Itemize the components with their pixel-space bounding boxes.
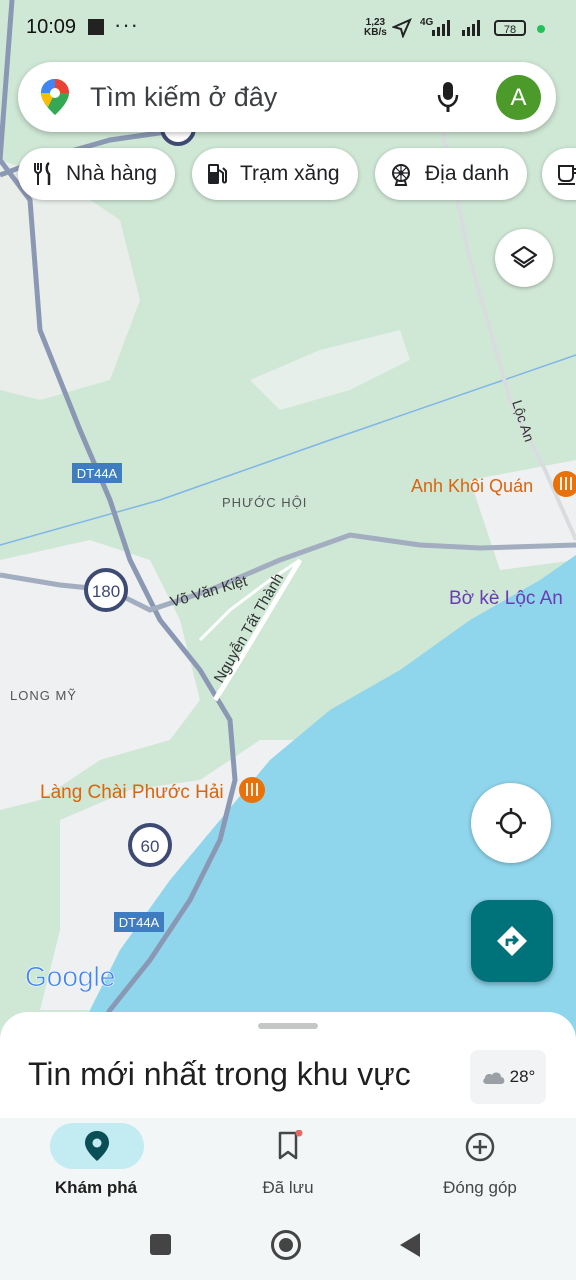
add-circle-icon xyxy=(465,1132,495,1162)
dt44a-badge-top: DT44A xyxy=(72,463,122,483)
poi-label-lang-chai: Làng Chài Phước Hải xyxy=(40,782,224,803)
chip-restaurants[interactable]: Nhà hàng xyxy=(18,148,176,200)
route-180-shield: 180 xyxy=(84,568,128,612)
more-notifications-icon: ··· xyxy=(114,12,139,37)
nav-label: Đóng góp xyxy=(443,1178,517,1197)
chip-label: Nhà hàng xyxy=(66,162,158,185)
bookmark-icon xyxy=(278,1130,303,1160)
back-icon[interactable] xyxy=(398,1232,422,1258)
route-60-shield: 60 xyxy=(128,823,172,867)
battery-icon: 78 xyxy=(494,20,526,36)
layers-button[interactable] xyxy=(495,229,553,287)
nav-saved[interactable]: Đã lưu xyxy=(213,1118,363,1210)
google-logo: Google xyxy=(25,961,115,992)
svg-text:60: 60 xyxy=(141,837,160,856)
poi-label-anh-khoi-quan: Anh Khôi Quán xyxy=(411,476,533,496)
cloud-icon xyxy=(482,1072,505,1084)
network-speed: 1,23 KB/s xyxy=(364,17,387,38)
directions-button[interactable] xyxy=(471,900,553,982)
bottom-navigation: Khám phá Đã lưu Đóng góp xyxy=(0,1118,576,1210)
drag-handle[interactable] xyxy=(258,1023,318,1029)
chip-gas-stations[interactable]: Trạm xăng xyxy=(192,148,358,200)
weather-chip[interactable]: 28° xyxy=(470,1050,546,1104)
chip-attractions[interactable]: Địa danh xyxy=(375,148,528,200)
avatar[interactable]: A xyxy=(496,75,541,120)
directions-icon xyxy=(497,926,527,956)
dt44a-badge-bottom: DT44A xyxy=(114,912,164,932)
attraction-icon xyxy=(389,162,413,186)
google-maps-pin-icon xyxy=(41,79,69,115)
privacy-dot xyxy=(537,25,545,33)
notification-icon xyxy=(88,19,104,35)
signal-icon xyxy=(432,20,480,36)
temperature: 28° xyxy=(509,1067,536,1086)
status-bar: 10:09 ··· 1,23 KB/s 4G 78 xyxy=(0,0,576,56)
search-bar[interactable]: Tìm kiếm ở đây A xyxy=(18,62,556,132)
location-arrow-icon xyxy=(392,18,412,38)
chip-label: Trạm xăng xyxy=(240,162,340,185)
search-input[interactable]: Tìm kiếm ở đây xyxy=(90,82,277,113)
system-navigation-bar xyxy=(0,1210,576,1280)
gas-station-icon xyxy=(206,162,228,186)
crosshair-icon xyxy=(496,808,526,838)
restaurant-pin-icon[interactable] xyxy=(239,777,265,803)
restaurant-icon xyxy=(32,162,54,186)
status-time: 10:09 xyxy=(26,16,77,38)
label-phuoc-hoi: PHƯỚC HỘI xyxy=(222,495,307,510)
location-pin-icon xyxy=(85,1131,109,1161)
microphone-icon[interactable] xyxy=(436,80,460,114)
layers-icon xyxy=(510,245,538,269)
bottom-sheet[interactable]: Tin mới nhất trong khu vực 28° xyxy=(0,1012,576,1120)
my-location-button[interactable] xyxy=(471,783,551,863)
nav-contribute[interactable]: Đóng góp xyxy=(405,1118,555,1210)
home-icon[interactable] xyxy=(271,1230,301,1260)
svg-text:DT44A: DT44A xyxy=(77,466,118,481)
nav-label: Khám phá xyxy=(54,1178,138,1197)
svg-text:180: 180 xyxy=(92,582,120,601)
poi-label-bo-ke-loc-an: Bờ kè Lộc An xyxy=(449,588,563,609)
cafe-icon xyxy=(556,162,576,186)
sheet-title: Tin mới nhất trong khu vực xyxy=(28,1056,411,1092)
nav-explore[interactable]: Khám phá xyxy=(0,1118,150,1210)
chip-label: Địa danh xyxy=(425,162,510,185)
nav-label: Đã lưu xyxy=(262,1178,314,1197)
label-long-my: LONG MỸ xyxy=(10,688,77,703)
svg-text:DT44A: DT44A xyxy=(119,915,160,930)
recent-apps-icon[interactable] xyxy=(150,1234,171,1255)
